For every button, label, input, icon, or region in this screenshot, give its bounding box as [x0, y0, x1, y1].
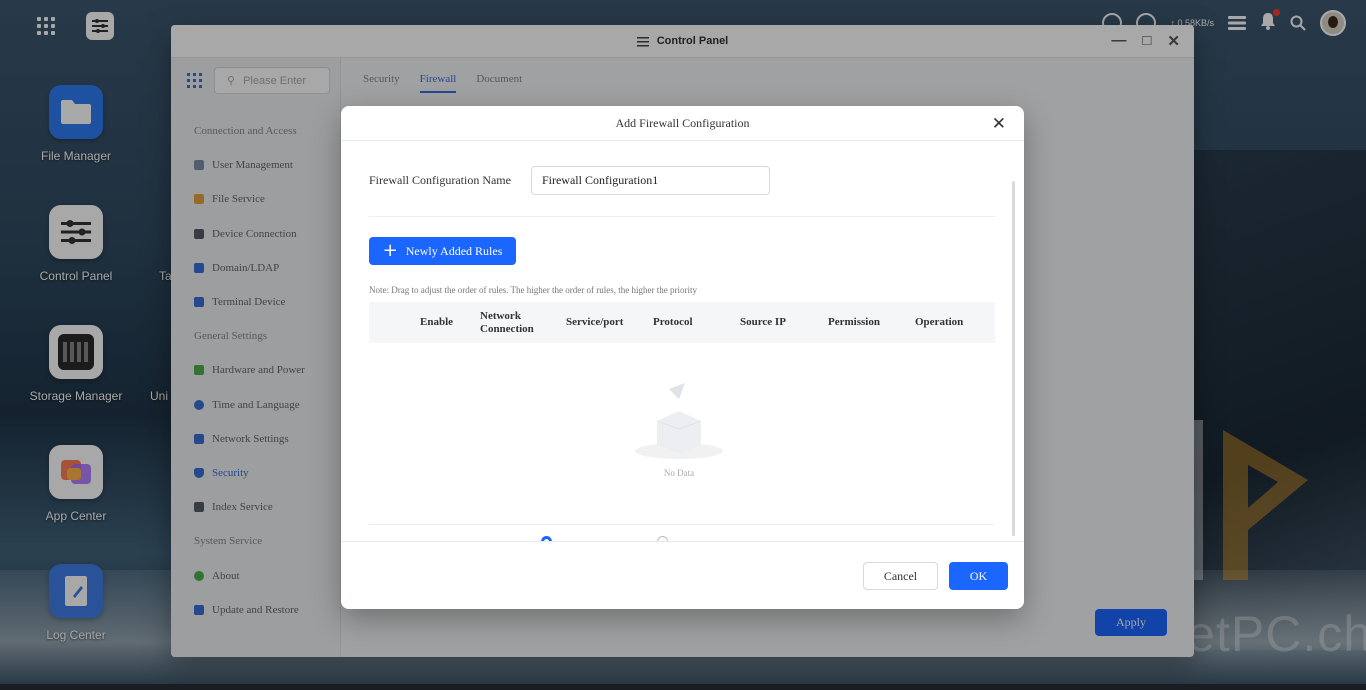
dialog-footer: Cancel OK [341, 541, 1024, 609]
newly-added-rules-button[interactable]: + Newly Added Rules [369, 237, 516, 265]
bottom-strip [0, 684, 1366, 690]
config-name-row: Firewall Configuration Name [369, 166, 770, 195]
column-header: Permission [828, 316, 880, 329]
divider [369, 524, 995, 525]
dialog-body: Firewall Configuration Name + Newly Adde… [341, 141, 1017, 541]
plus-icon: + [382, 240, 398, 261]
add-firewall-config-dialog: Add Firewall Configuration ✕ Firewall Co… [341, 106, 1024, 609]
rules-table-header: Enable Network Connection Service/port P… [369, 302, 995, 343]
newly-added-rules-label: Newly Added Rules [405, 243, 503, 258]
rules-table: Enable Network Connection Service/port P… [369, 302, 995, 343]
column-header: Source IP [740, 316, 786, 329]
empty-state: No Data [341, 381, 1017, 478]
rules-note: Note: Drag to adjust the order of rules.… [369, 285, 697, 295]
divider [369, 216, 995, 217]
empty-text: No Data [663, 468, 695, 478]
column-header: Network Connection [480, 309, 534, 335]
config-name-input[interactable] [530, 166, 770, 195]
config-name-label: Firewall Configuration Name [369, 173, 511, 187]
column-header: Operation [915, 316, 964, 329]
ok-button[interactable]: OK [949, 562, 1008, 590]
column-header: Enable [420, 316, 454, 329]
close-icon[interactable]: ✕ [992, 114, 1006, 134]
dialog-header: Add Firewall Configuration ✕ [341, 106, 1024, 141]
dialog-scrollbar[interactable] [1012, 181, 1015, 536]
empty-box-icon [635, 383, 723, 459]
column-header: Service/port [566, 316, 624, 329]
column-header: Protocol [653, 316, 693, 329]
cancel-button[interactable]: Cancel [863, 562, 938, 590]
dialog-title: Add Firewall Configuration [615, 115, 750, 130]
